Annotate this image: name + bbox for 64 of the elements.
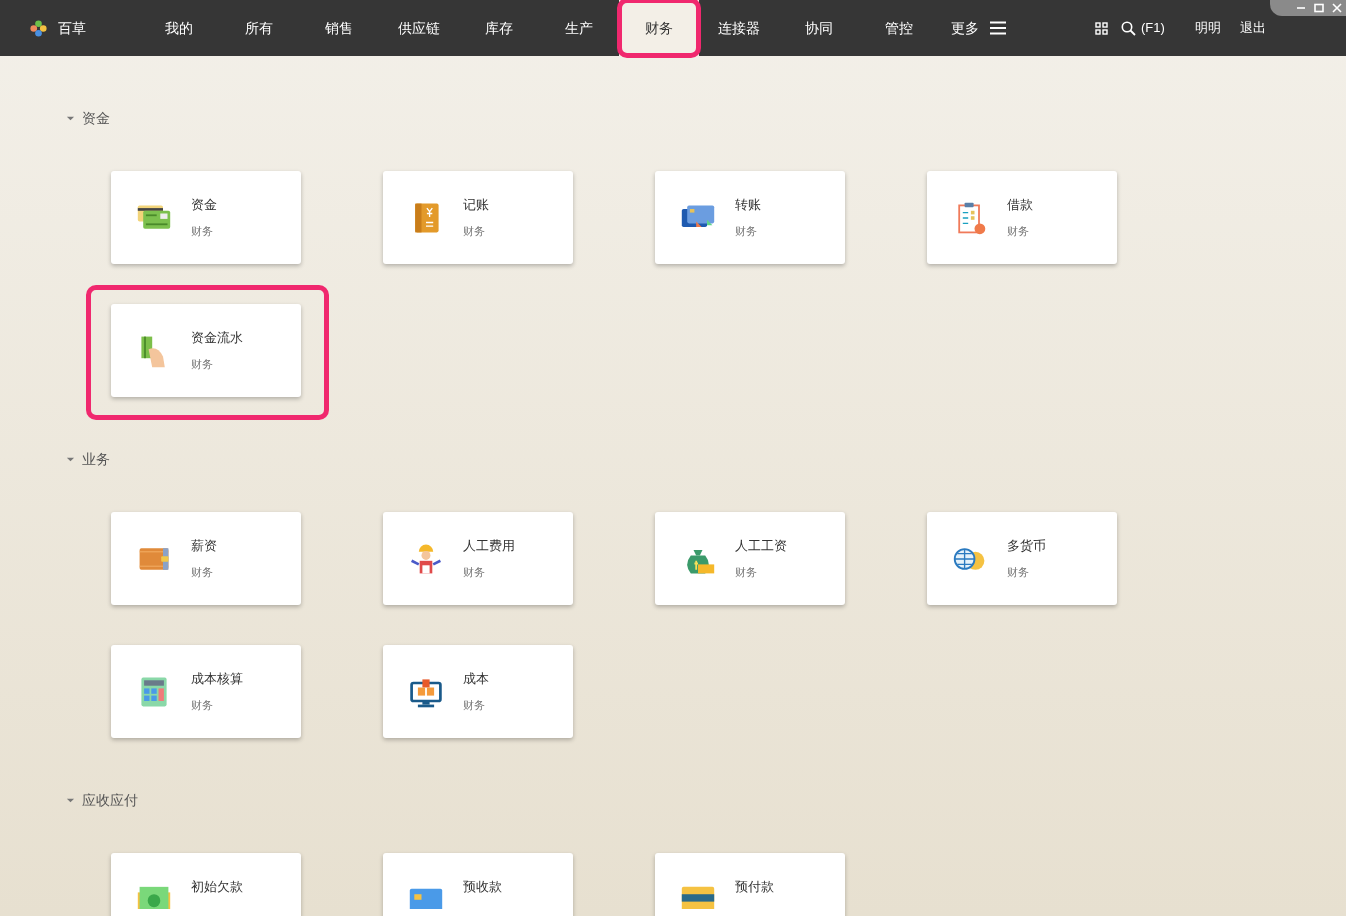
maximize-icon[interactable] [1314,3,1324,13]
section-title[interactable]: 业务 [82,448,110,470]
app-card[interactable]: 薪资 财务 [111,512,301,605]
nav-tab[interactable]: 销售 [299,0,379,56]
logout-link[interactable]: 退出 [1239,18,1266,38]
grid-icon[interactable] [1095,21,1108,35]
app-name: 百草 [58,18,86,38]
app-card[interactable]: 资金 财务 [111,171,301,264]
app-card[interactable]: 多货币 财务 [927,512,1117,605]
card-title: 资金流水 [191,329,243,347]
card-title: 记账 [463,196,489,214]
card-title: 成本 [463,670,489,688]
card-subtitle: 财务 [1007,565,1030,579]
card-subtitle: 财务 [735,565,758,579]
app-card[interactable]: 成本 财务 [383,645,573,738]
app-icon [136,885,172,909]
card-title: 资金 [191,196,217,214]
app-card[interactable]: 转账 财务 [655,171,845,264]
card-title: 预付款 [735,878,774,896]
search-icon[interactable] [1121,20,1136,36]
nav-tab[interactable]: 我的 [139,0,219,56]
card-subtitle: 财务 [191,565,214,579]
card-title: 薪资 [191,537,217,555]
nav-tab[interactable]: 管控 [859,0,939,56]
app-card[interactable]: 人工费用 财务 [383,512,573,605]
card-title: 人工工资 [735,537,787,555]
close-icon[interactable] [1332,3,1342,13]
app-card[interactable]: 记账 财务 [383,171,573,264]
card-subtitle: 财务 [735,224,758,238]
card-subtitle: 财务 [191,224,214,238]
card-title: 预收款 [463,878,502,896]
search-shortcut[interactable]: (F1) [1141,18,1165,38]
logo-icon [29,18,48,38]
nav-tab[interactable]: 生产 [539,0,619,56]
section-title[interactable]: 应收应付 [82,789,138,811]
card-subtitle: 财务 [463,224,486,238]
app-card[interactable]: 人工工资 财务 [655,512,845,605]
card-title: 借款 [1007,196,1033,214]
more-menu-label[interactable]: 更多 [951,17,979,39]
nav-tab[interactable]: 所有 [219,0,299,56]
menu-icon[interactable] [989,21,1007,35]
nav-tab[interactable]: 连接器 [699,0,779,56]
user-name[interactable]: 明明 [1194,18,1221,38]
nav-tab[interactable]: 协同 [779,0,859,56]
app-card[interactable]: 预收款 [383,853,573,916]
card-subtitle: 财务 [191,698,214,712]
card-title: 成本核算 [191,670,243,688]
nav-tab[interactable]: 库存 [459,0,539,56]
card-title: 人工费用 [463,537,515,555]
app-card[interactable]: 资金流水 财务 [111,304,301,397]
card-title: 转账 [735,196,761,214]
app-card[interactable]: 成本核算 财务 [111,645,301,738]
card-title: 初始欠款 [191,878,243,896]
card-subtitle: 财务 [463,698,486,712]
card-subtitle: 财务 [1007,224,1030,238]
section-title[interactable]: 资金 [82,107,110,129]
app-card[interactable]: 借款 财务 [927,171,1117,264]
app-icon [680,885,716,909]
nav-tab[interactable]: 供应链 [379,0,459,56]
app-card[interactable]: 预付款 [655,853,845,916]
card-title: 多货币 [1007,537,1046,555]
card-subtitle: 财务 [191,357,214,371]
card-subtitle: 财务 [463,565,486,579]
app-card[interactable]: 初始欠款 [111,853,301,916]
